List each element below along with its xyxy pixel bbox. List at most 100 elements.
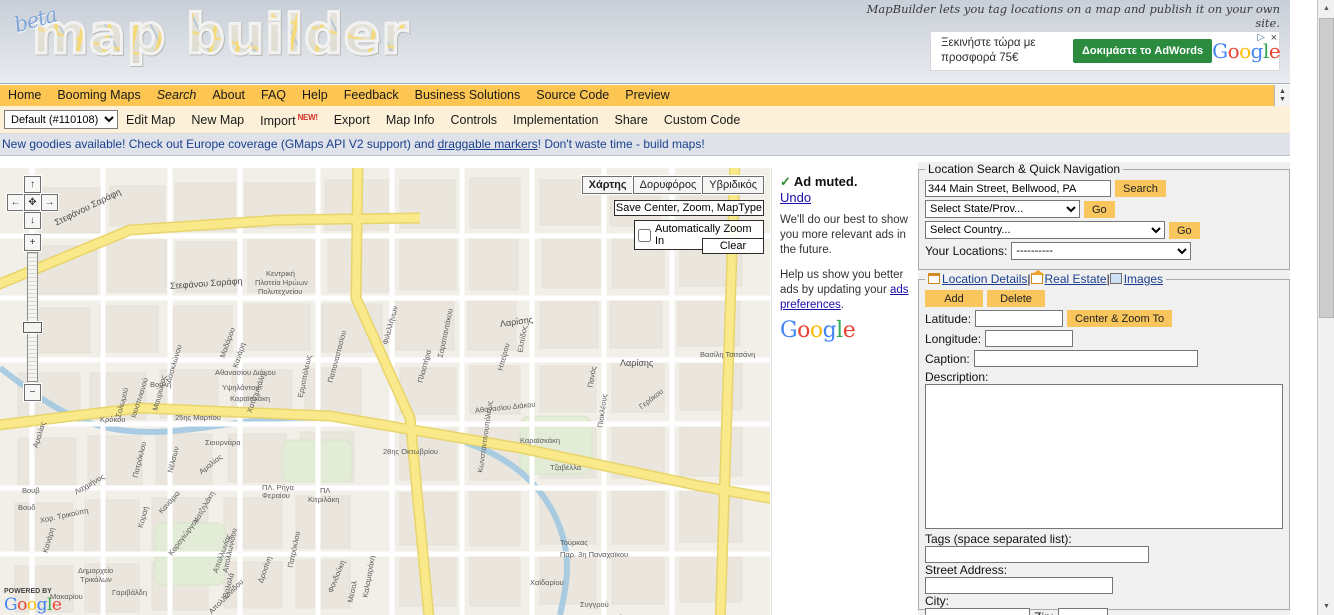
nav-item-help[interactable]: Help: [294, 85, 336, 106]
longitude-input[interactable]: [985, 330, 1074, 347]
tagline-line-1: MapBuilder lets you tag locations on a m…: [866, 2, 1280, 30]
auto-zoom-checkbox[interactable]: [638, 228, 651, 242]
center-map-icon[interactable]: ✥: [24, 194, 41, 211]
center-zoom-to-button[interactable]: Center & Zoom To: [1067, 310, 1173, 327]
map-label: 25ης Μαρτίου: [175, 413, 221, 422]
state-select[interactable]: Select State/Prov...: [925, 200, 1080, 218]
tab-images[interactable]: Images: [1124, 272, 1163, 286]
caption-row: Caption:: [925, 350, 1283, 367]
longitude-row: Longitude:: [925, 330, 1283, 347]
map-label: Σιουρνάρα: [205, 438, 241, 447]
tags-label: Tags (space separated list):: [925, 532, 1072, 546]
map-pan-zoom-control[interactable]: ↑ ← ✥ → ↓ + −: [6, 176, 58, 401]
logo-wordmark: map builder: [30, 3, 410, 66]
zoom-slider-thumb[interactable]: [23, 322, 42, 333]
pan-up-icon[interactable]: ↑: [24, 176, 41, 193]
toolbar-import-label: Import: [260, 114, 296, 129]
search-input[interactable]: [925, 180, 1111, 197]
location-search-group: Location Search & Quick Navigation Searc…: [918, 162, 1290, 270]
toolbar-share[interactable]: Share: [607, 107, 656, 133]
nav-item-booming-maps[interactable]: Booming Maps: [49, 85, 148, 106]
zip-input[interactable]: [1058, 608, 1109, 615]
map-viewport[interactable]: Στεφάνου Σαράφη Στεφάνου Σαράφη Λαρίσης Λαρ…: [0, 168, 770, 615]
address-search-row: Search: [925, 180, 1283, 197]
map-label: Τούρκας: [560, 538, 588, 547]
caption-label: Caption:: [925, 351, 970, 366]
map-type-hybrid[interactable]: Υβριδικός: [702, 176, 764, 194]
nav-item-about[interactable]: About: [204, 85, 253, 106]
country-go-button[interactable]: Go: [1169, 221, 1200, 239]
latitude-input[interactable]: [975, 310, 1064, 327]
toolbar-controls[interactable]: Controls: [443, 107, 506, 133]
map-type-satellite[interactable]: Δορυφόρος: [632, 176, 704, 194]
zoom-out-icon[interactable]: −: [24, 384, 41, 401]
map-type-map[interactable]: Χάρτης: [581, 176, 634, 194]
pan-down-icon[interactable]: ↓: [24, 212, 41, 229]
draggable-markers-link[interactable]: draggable markers: [438, 137, 538, 151]
pan-right-icon[interactable]: →: [41, 194, 58, 211]
map-label: 28ης Οκτωβρίου: [383, 447, 439, 456]
map-label: ΠΛ: [320, 486, 331, 495]
house-icon: [1030, 270, 1045, 284]
nav-item-search[interactable]: Search: [149, 85, 205, 106]
toolbar-implementation[interactable]: Implementation: [505, 107, 606, 133]
nav-item-source-code[interactable]: Source Code: [528, 85, 617, 106]
nav-scroll-spinner[interactable]: ▲ ▼: [1274, 85, 1290, 107]
save-center-zoom-button[interactable]: Save Center, Zoom, MapType: [614, 200, 764, 216]
tab-location-details[interactable]: Location Details: [942, 272, 1027, 286]
street-row: Street Address:: [925, 563, 1283, 594]
add-button[interactable]: Add: [925, 290, 983, 307]
your-locations-row: Your Locations: ----------: [925, 242, 1283, 260]
page-scrollbar[interactable]: ▲ ▼: [1317, 0, 1334, 615]
page-scrollbar-thumb[interactable]: [1319, 18, 1334, 318]
map-type-controls: Χάρτης Δορυφόρος Υβριδικός: [581, 176, 764, 194]
adchoices-icon[interactable]: ▷: [1257, 33, 1265, 43]
google-adwords-banner[interactable]: Ξεκινήστε τώρα με προσφορά 75€ Δοκιμάστε…: [930, 31, 1281, 71]
toolbar-custom-code[interactable]: Custom Code: [656, 107, 748, 133]
nav-item-home[interactable]: Home: [0, 85, 49, 106]
description-textarea[interactable]: [925, 384, 1283, 529]
map-label: Βασίλη Τσιτσάνη: [700, 350, 756, 359]
toolbar-edit-map[interactable]: Edit Map: [118, 107, 183, 133]
nav-item-feedback[interactable]: Feedback: [336, 85, 407, 106]
your-locations-label: Your Locations:: [925, 244, 1008, 258]
tab-real-estate[interactable]: Real Estate: [1045, 272, 1107, 286]
close-icon[interactable]: ×: [1271, 33, 1277, 44]
toolbar-new-map[interactable]: New Map: [183, 107, 252, 133]
latitude-row: Latitude: Center & Zoom To: [925, 310, 1283, 327]
nav-item-business-solutions[interactable]: Business Solutions: [407, 85, 529, 106]
description-row: Description:: [925, 370, 1283, 532]
map-selector[interactable]: Default (#110108): [4, 110, 118, 129]
site-logo[interactable]: map builder map builder beta: [10, 2, 480, 66]
city-zip-inputs: Zip:: [925, 608, 1283, 615]
map-label: Χαϊδαρίου: [530, 578, 564, 587]
tags-input[interactable]: [925, 546, 1149, 563]
scroll-up-icon[interactable]: ▲: [1318, 0, 1334, 17]
nav-item-faq[interactable]: FAQ: [253, 85, 294, 106]
zoom-in-icon[interactable]: +: [24, 234, 41, 251]
state-go-button[interactable]: Go: [1084, 200, 1115, 218]
toolbar-map-info[interactable]: Map Info: [378, 107, 443, 133]
scroll-down-icon[interactable]: ▼: [1318, 598, 1334, 615]
your-locations-select[interactable]: ----------: [1011, 242, 1192, 260]
chevron-down-icon[interactable]: ▼: [1279, 96, 1286, 104]
undo-link[interactable]: Undo: [780, 190, 811, 205]
pan-left-icon[interactable]: ←: [7, 194, 24, 211]
description-label: Description:: [925, 370, 989, 384]
toolbar-export[interactable]: Export: [326, 107, 378, 133]
ad-cta-button[interactable]: Δοκιμάστε το AdWords: [1073, 39, 1213, 63]
street-address-label: Street Address:: [925, 563, 1008, 577]
clear-button[interactable]: Clear: [702, 238, 764, 254]
street-address-input[interactable]: [925, 577, 1113, 594]
delete-button[interactable]: Delete: [987, 290, 1045, 307]
nav-item-preview[interactable]: Preview: [617, 85, 677, 106]
location-details-group: Location Details| Real Estate| Images Add …: [918, 270, 1290, 615]
country-select[interactable]: Select Country...: [925, 221, 1165, 239]
toolbar-import[interactable]: Import NEW!: [252, 105, 326, 134]
check-icon: ✓: [780, 174, 791, 189]
city-input[interactable]: [925, 608, 1030, 615]
caption-input[interactable]: [973, 350, 1198, 367]
zoom-slider-track[interactable]: [27, 252, 38, 382]
chevron-up-icon[interactable]: ▲: [1279, 88, 1286, 96]
search-button[interactable]: Search: [1115, 180, 1166, 197]
